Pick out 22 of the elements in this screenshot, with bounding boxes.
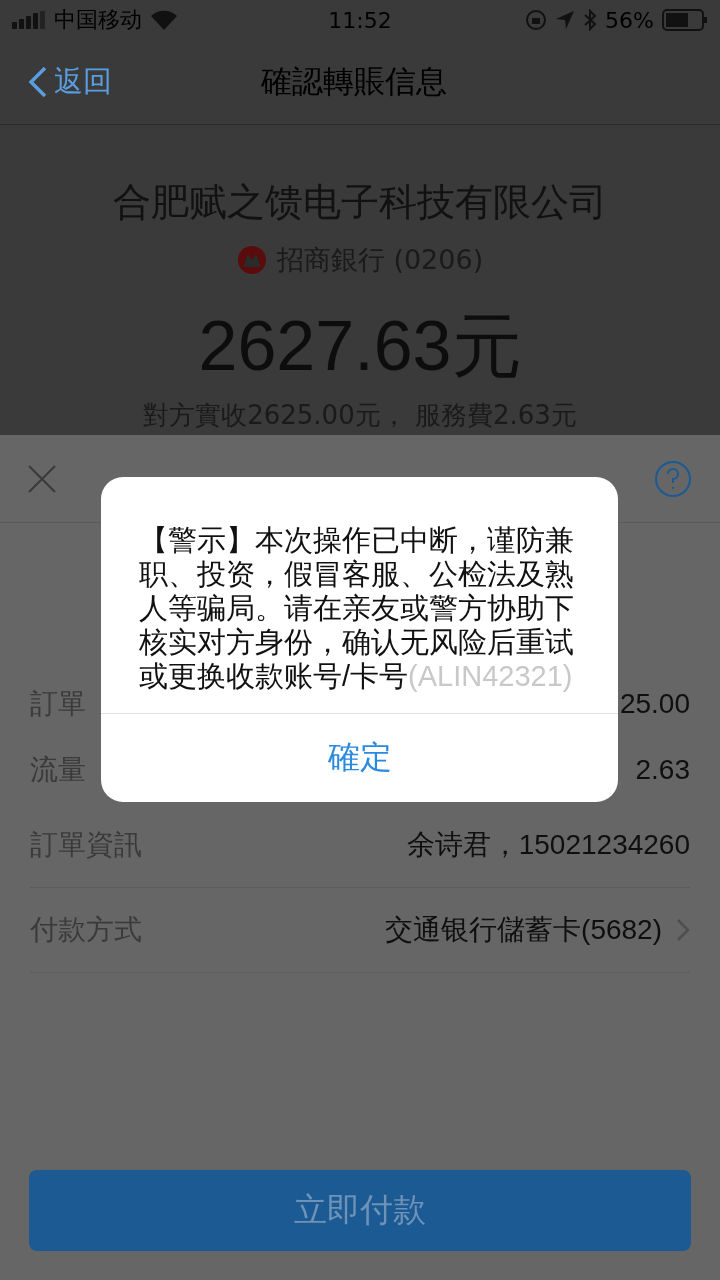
carrier-name: 中国移动 [54, 6, 142, 34]
back-chevron-icon [28, 66, 48, 98]
row-value: 交通银行儲蓄卡(5682) [385, 913, 662, 947]
clock-time: 11:52 [328, 7, 392, 33]
row-value: 2.63 [635, 754, 690, 786]
battery-percent: 56% [605, 7, 654, 33]
signal-icon [12, 11, 46, 29]
back-button[interactable]: 返回 [28, 62, 112, 102]
location-icon [555, 10, 576, 30]
page-title: 確認轉賬信息 [261, 62, 447, 101]
rotation-lock-icon [525, 9, 548, 31]
bluetooth-icon [583, 9, 598, 31]
chevron-icon[interactable] [676, 918, 690, 942]
bank-logo-icon [236, 245, 267, 275]
close-icon[interactable] [28, 464, 56, 493]
row-value: 25.00 [619, 688, 690, 720]
confirm-button[interactable]: 確定 [101, 713, 618, 802]
row-value: 余诗君，15021234260 [406, 828, 690, 862]
wifi-icon [150, 10, 178, 30]
battery-icon [662, 9, 708, 31]
help-icon[interactable] [654, 459, 692, 498]
pay-button[interactable]: 立即付款 [29, 1170, 691, 1251]
